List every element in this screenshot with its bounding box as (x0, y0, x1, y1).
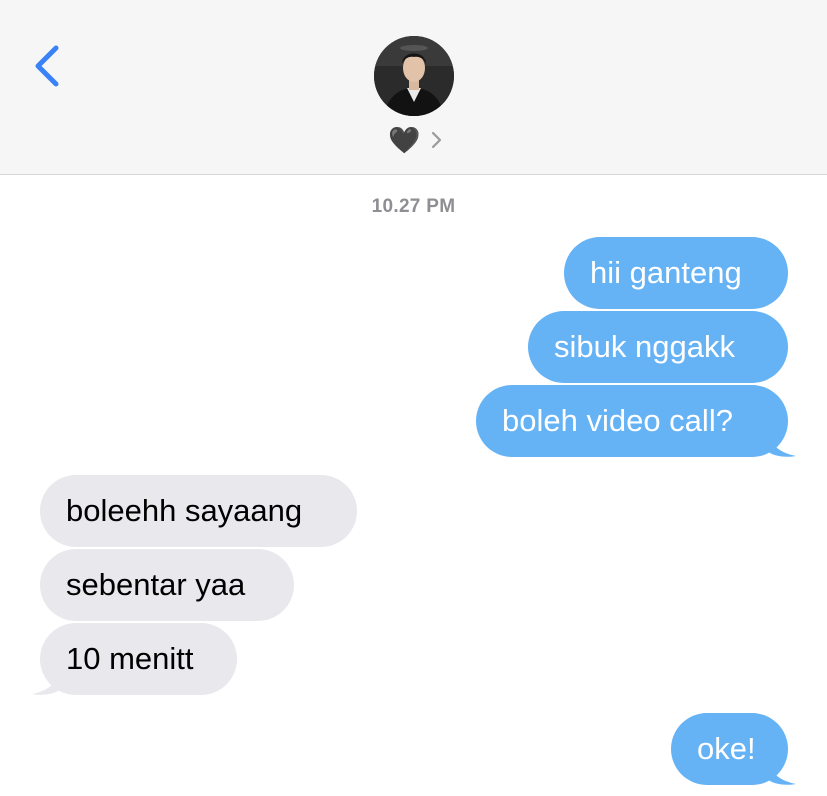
avatar-photo (374, 36, 454, 116)
message-bubble-incoming[interactable]: sebentar yaa (40, 549, 294, 621)
contact-name: 🖤 (388, 125, 421, 155)
chevron-left-icon (35, 45, 59, 87)
message-bubble-incoming[interactable]: boleehh sayaang (40, 475, 357, 547)
message-bubble-incoming[interactable]: 10 menitt (40, 623, 237, 695)
message-bubble-outgoing[interactable]: sibuk nggakk (528, 311, 788, 383)
bubble-tail-outgoing (766, 752, 796, 785)
back-button[interactable] (26, 38, 70, 94)
bubble-tail-incoming (32, 662, 62, 695)
bubble-tail-outgoing (766, 424, 796, 457)
message-bubble-outgoing[interactable]: hii ganteng (564, 237, 788, 309)
contact-avatar[interactable] (374, 36, 454, 116)
message-timestamp: 10.27 PM (371, 196, 456, 217)
messages-screen: 🖤 10.27 PM hii ganteng sibuk nggakk bole… (0, 0, 827, 796)
contact-name-button[interactable]: 🖤 (388, 124, 444, 156)
conversation-header: 🖤 (0, 0, 827, 175)
message-bubble-outgoing[interactable]: boleh video call? (476, 385, 788, 457)
chevron-right-icon (432, 131, 442, 149)
